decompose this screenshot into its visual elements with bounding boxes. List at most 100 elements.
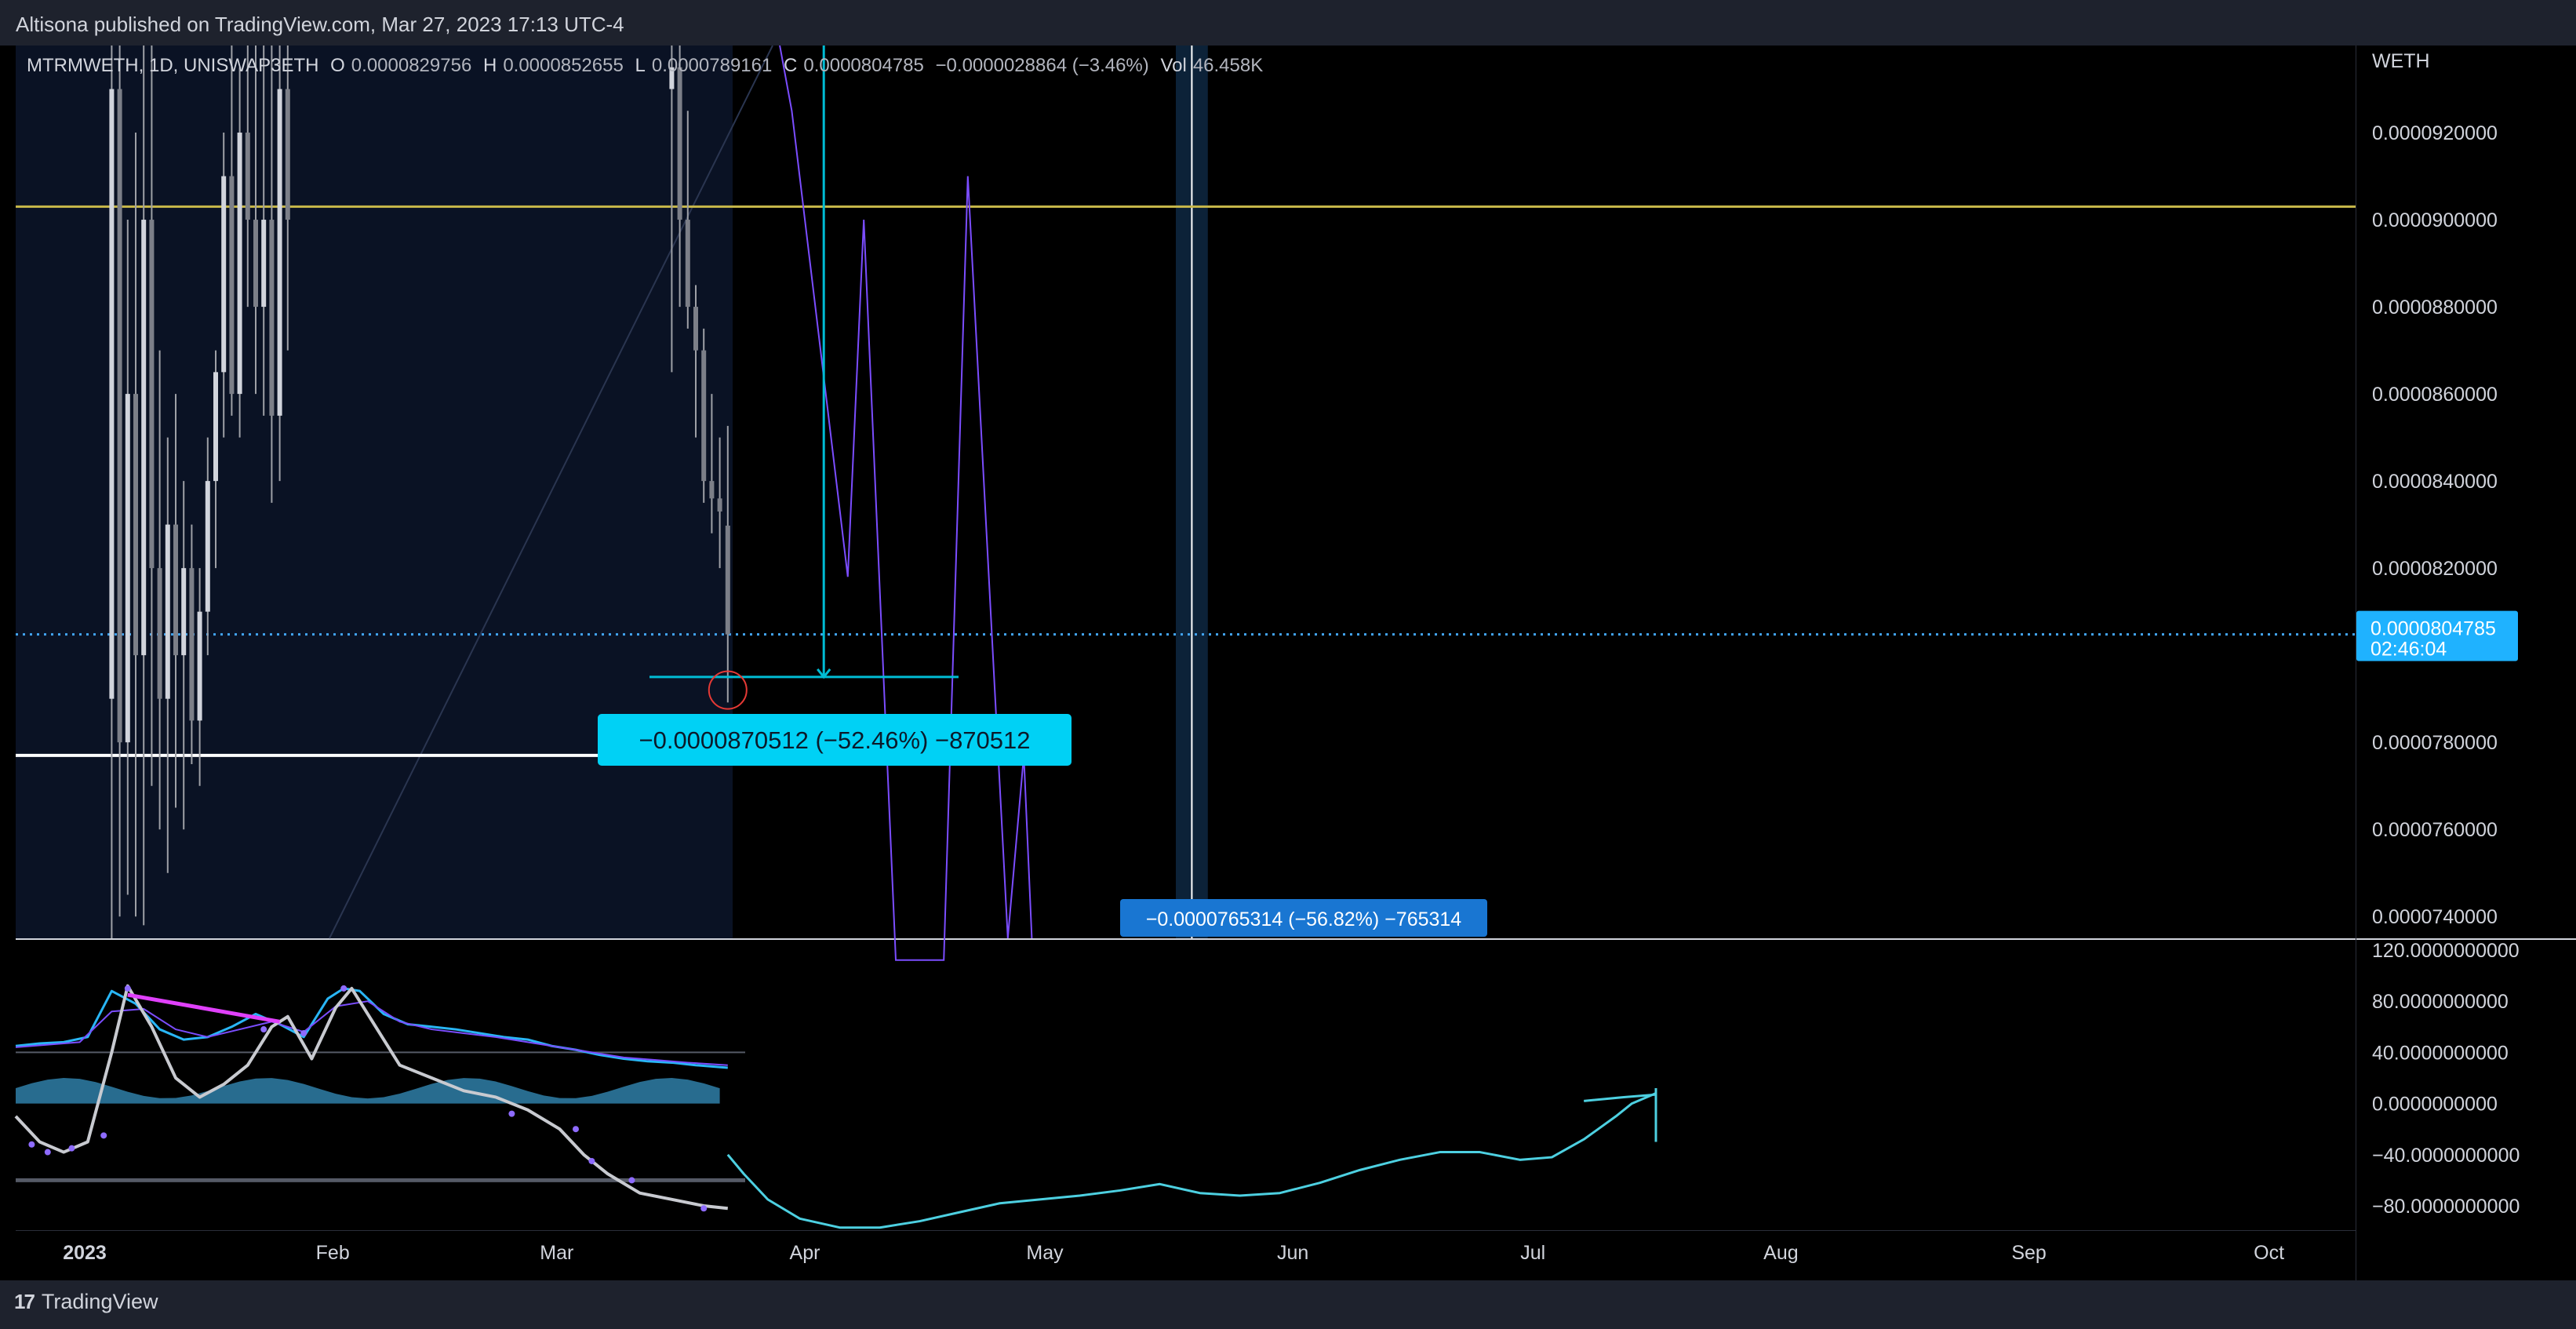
volume-label: Vol [1160,55,1187,76]
candle-body [197,611,202,721]
indicator-dot [68,1145,75,1152]
price-tick-label: 0.0000740000 [2372,906,2498,928]
candle-body [221,176,227,373]
candle-body [125,394,130,743]
time-tick-label: Feb [316,1242,350,1264]
price-tick-label: 0.0000920000 [2372,122,2498,144]
indicator-dot [628,1177,635,1184]
volume-value: 46.458K [1192,55,1264,76]
candle-body [685,220,690,308]
candle-body [277,89,282,416]
tradingview-logo[interactable]: 17 TradingView [14,1290,158,1314]
indicator-tick-label: 0.0000000000 [2372,1094,2498,1116]
candle-body [109,89,115,699]
high-value: 0.0000852655 [503,55,624,76]
candle-body [253,220,258,308]
time-tick-label: Aug [1763,1242,1798,1264]
candle-body [261,220,267,308]
time-axis-border [16,1230,2356,1231]
indicator-dot [508,1110,515,1117]
candle-body [677,67,682,220]
indicator-tick-label: 40.0000000000 [2372,1042,2509,1064]
indicator-tick-label: −40.0000000000 [2372,1145,2520,1167]
change-value: −0.0000028864 (−3.46%) [935,55,1149,76]
candle-body [693,307,698,351]
indicator-dot [28,1141,35,1148]
last-price-badge: 0.000080478502:46:04 [2356,610,2518,661]
price-tick-label: 0.0000820000 [2372,558,2498,580]
candle-body [165,524,170,699]
indicator-dot [588,1157,595,1164]
candle-body [141,220,147,656]
indicator-dot [340,985,347,992]
countdown-text: 02:46:04 [2370,639,2447,661]
time-tick-label: Mar [540,1242,573,1264]
candle-body [725,525,730,635]
candle-body [269,220,275,416]
price-tick-label: 0.0000780000 [2372,732,2498,754]
time-tick-label: Jun [1277,1242,1308,1264]
candle [277,46,282,482]
candle [701,328,707,503]
candle-body [701,350,707,482]
candle-body [181,568,187,656]
candle-body [229,176,235,395]
open-value: 0.0000829756 [351,55,472,76]
history-shade [16,46,733,938]
price-tick-label: 0.0000880000 [2372,297,2498,319]
candle-body [717,498,722,512]
publisher-bar: Altisona published on TradingView.com, M… [0,0,2576,46]
high-label: H [482,55,497,76]
candle-body [205,481,210,612]
candle-body [709,481,715,499]
indicator-dot [573,1126,579,1133]
price-axis-unit: WETH [2372,50,2430,72]
measure-label-text: −0.0000870512 (−52.46%) −870512 [639,726,1030,754]
price-tick-label: 0.0000760000 [2372,819,2498,841]
indicator-dot [260,1026,267,1033]
candle-body [173,524,178,656]
time-tick-label: Apr [790,1242,820,1264]
price-tick-label: 0.0000860000 [2372,384,2498,406]
open-label: O [330,55,345,76]
chart-area[interactable]: −0.0000870512 (−52.46%) −870512 −0.000076… [0,46,2576,1280]
close-label: C [784,55,798,76]
low-label: L [635,55,646,76]
measure-label-text: −0.0000765314 (−56.82%) −765314 [1146,908,1462,930]
candle-body [189,568,195,721]
time-tick-label: May [1026,1242,1064,1264]
candle-body [133,394,138,656]
indicator-dot [100,1132,107,1139]
candle-body [237,133,242,395]
brand-text: TradingView [41,1290,158,1313]
time-tick-label: Sep [2011,1242,2046,1264]
candle-body [245,133,250,220]
indicator-dot [124,985,131,992]
indicator-tick-label: 120.0000000000 [2372,940,2520,962]
ohlc-legend: MTRMWETH, 1D, UNISWAP3ETH O 0.0000829756 … [27,55,1269,77]
left-margin [0,46,16,1280]
symbol-label[interactable]: MTRMWETH, 1D, UNISWAP3ETH [27,55,318,76]
low-value: 0.0000789161 [651,55,773,76]
tradingview-logo-icon: 17 [14,1290,35,1313]
indicator-dot [44,1149,51,1156]
candle-body [149,220,155,569]
time-tick-label: 2023 [63,1242,107,1264]
indicator-dot [700,1205,708,1212]
indicator-tick-label: −80.0000000000 [2372,1196,2520,1218]
pane-separator [16,938,2576,940]
indicator-tick-label: 80.0000000000 [2372,991,2509,1013]
time-tick-label: Jul [1520,1242,1545,1264]
measure-label-1: −0.0000870512 (−52.46%) −870512 [598,714,1072,766]
time-tick-label: Oct [2254,1242,2284,1264]
last-price-text: 0.0000804785 [2370,618,2496,640]
indicator-dot [300,1029,307,1036]
footer-bar: 17 TradingView [0,1280,2576,1329]
price-tick-label: 0.0000900000 [2372,209,2498,231]
candle-body [285,89,290,220]
close-value: 0.0000804785 [803,55,924,76]
candle-body [213,372,218,482]
candle-body [117,89,122,743]
price-tick-label: 0.0000840000 [2372,471,2498,493]
candle-body [157,568,162,699]
